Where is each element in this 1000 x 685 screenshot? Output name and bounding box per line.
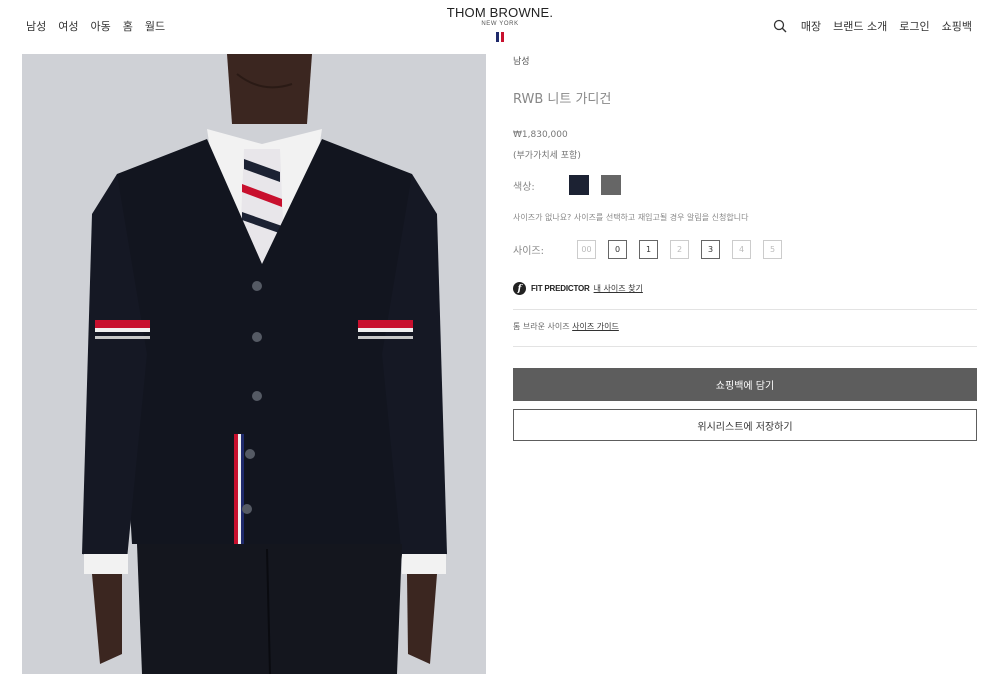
size-0[interactable]: 0 [608,240,627,259]
size-guide-link[interactable]: 사이즈 가이드 [572,322,619,331]
product-image[interactable] [22,54,486,674]
fit-predictor: f FIT PREDICTOR 내 사이즈 찾기 [513,282,643,295]
utility-nav: 매장 브랜드 소개 로그인 쇼핑백 [773,18,972,34]
size-label: 사이즈: [513,246,544,257]
product-price: ₩1,830,000 [513,130,568,140]
size-guide-prefix: 톰 브라운 사이즈 [513,322,570,331]
nav-world[interactable]: 월드 [145,18,165,34]
color-label: 색상: [513,181,535,193]
size-2[interactable]: 2 [670,240,689,259]
fit-predictor-label: FIT PREDICTOR [531,284,590,293]
add-to-bag-button[interactable]: 쇼핑백에 담기 [513,368,977,401]
flag-icon [446,32,554,42]
fit-predictor-icon: f [513,282,526,295]
nav-men[interactable]: 남성 [26,18,46,34]
nav-kids[interactable]: 아동 [91,18,111,34]
nav-stores[interactable]: 매장 [801,18,821,34]
divider [513,346,977,347]
cardigan-illustration [22,54,486,674]
color-swatch-grey[interactable] [601,175,621,195]
nav-home[interactable]: 홈 [123,18,133,34]
color-selector: 색상: [513,175,633,195]
add-to-wishlist-button[interactable]: 위시리스트에 저장하기 [513,409,977,441]
logo-sub: NEW YORK [481,21,519,27]
size-00[interactable]: 00 [577,240,596,259]
size-3[interactable]: 3 [701,240,720,259]
size-guide-row: 톰 브라운 사이즈 사이즈 가이드 [513,321,619,332]
nav-shopping-bag[interactable]: 쇼핑백 [942,18,972,34]
main-nav: 남성 여성 아동 홈 월드 [26,18,165,34]
size-5[interactable]: 5 [763,240,782,259]
nav-login[interactable]: 로그인 [899,18,929,34]
divider [513,309,977,310]
find-my-size-link[interactable]: 내 사이즈 찾기 [594,283,643,294]
logo-brand: THOM BROWNE. [446,5,554,20]
size-selector: 사이즈: 00 0 1 2 3 4 5 [513,240,794,259]
brand-logo[interactable]: THOM BROWNE. NEW YORK [446,5,554,42]
vat-note: (부가가치세 포함) [513,151,581,161]
product-title: RWB 니트 가디건 [513,92,612,107]
size-restock-hint: 사이즈가 없나요? 사이즈를 선택하고 재입고될 경우 알림을 신청합니다 [513,213,749,222]
nav-women[interactable]: 여성 [58,18,78,34]
color-swatch-navy[interactable] [569,175,589,195]
product-category[interactable]: 남성 [513,54,530,67]
size-4[interactable]: 4 [732,240,751,259]
size-1[interactable]: 1 [639,240,658,259]
nav-about[interactable]: 브랜드 소개 [833,18,887,34]
search-icon[interactable] [773,19,787,33]
